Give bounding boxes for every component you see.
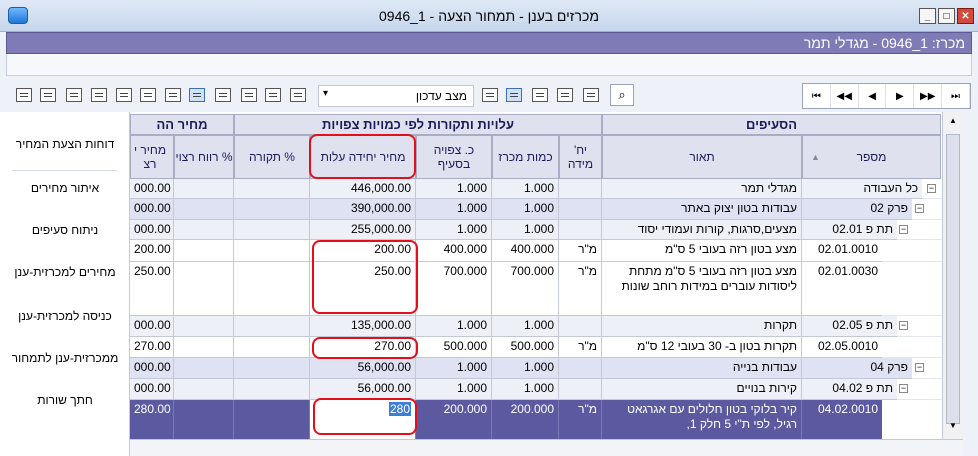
close-button[interactable]: ✕ [957,8,974,24]
next-icon[interactable]: ▶ [886,84,915,108]
tender-header: מכרז: 1_0946 - מגדלי תמר [6,32,972,54]
find-prices-button[interactable]: איתור מחירים [4,168,126,208]
col-number-label: מספר [856,150,887,164]
columns-icon[interactable] [265,88,281,102]
list-icon[interactable] [482,88,498,102]
first-icon[interactable]: ⏮ [803,84,831,108]
prev-icon[interactable]: ◀ [859,84,887,108]
collapse-icon[interactable]: − [915,204,924,213]
col-header-description[interactable]: תאור [602,135,802,179]
highlight-item-costs [312,240,418,314]
tree-collapse-icon[interactable] [165,88,181,102]
table-row[interactable]: 000.00 446,000.00 1.000 1.000 מגדלי תמר … [130,179,942,199]
table-row[interactable]: 000.00 255,000.00 1.000 1.000 מצעים,סרגו… [130,220,942,240]
tree-icon[interactable] [140,88,156,102]
col-header-profit[interactable]: % רווח רצוי [174,135,234,179]
row-cut-button[interactable]: חתך שורות [4,380,126,420]
scroll-down-icon[interactable]: ▼ [946,421,960,435]
horizontal-scrollbar[interactable] [130,439,963,456]
title-bar: מכרזים בענן - תמחור הצעה - 1_0946 _ □ ✕ [0,0,978,32]
search-button[interactable]: ⌕ [610,84,634,106]
collapse-icon[interactable]: − [915,363,924,372]
side-actions-panel: דוחות הצעת המחיר איתור מחירים ניתוח סעיפ… [0,112,130,456]
next-page-icon[interactable]: ▶▶ [914,84,943,108]
chevron-down-icon: ▾ [323,88,329,99]
empty-info-bar [6,54,972,76]
copy-icon[interactable] [215,88,231,102]
table-row[interactable]: 000.00 390,000.00 1.000 1.000 עבודות בטו… [130,199,942,220]
print-icon[interactable] [16,88,32,102]
table-row[interactable]: 000.00 56,000.00 1.000 1.000 קירות בנויי… [130,379,942,400]
sort-icon: ▲ [811,152,820,162]
enter-cloud-button[interactable]: כניסה למכרזית-ענן [4,296,126,336]
table-row[interactable]: 200.00 200.00 400.000 400.000 מ"ר מצע בט… [130,240,942,262]
col-header-number[interactable]: מספר ▲ [802,135,941,179]
indent-icon[interactable] [189,88,205,102]
cloud-to-pricing-button[interactable]: ממכרזית-ענן לתמחור [4,338,126,378]
last-icon[interactable]: ⏭ [942,84,970,108]
table-row-selected[interactable]: 280.00 280 200.000 200.000 מ"ר קיר בלוקי… [130,400,942,439]
group-header-costs: עלויות ותקורות לפי כמויות צפויות [234,114,602,135]
collapse-icon[interactable]: − [899,384,908,393]
col-header-overhead[interactable]: % תקורה [234,135,310,179]
col-header-qty-tender[interactable]: כמות מכרז [492,135,559,179]
col-header-qty-expected[interactable]: כ. צפויה בסעיף [416,135,492,179]
table-row[interactable]: 250.00 250.00 700.000 700.000 מ"ר מצע בט… [130,262,942,316]
record-navigation: ⏮ ◀◀ ◀ ▶ ▶▶ ⏭ [802,83,971,109]
collapse-icon[interactable]: − [927,184,936,193]
group-header-price: מחיר הה [130,114,234,135]
collapse-icon[interactable]: − [899,225,908,234]
pricing-grid: הסעיפים עלויות ותקורות לפי כמויות צפויות… [130,112,942,439]
maximize-button[interactable]: □ [938,8,955,24]
collapse-icon[interactable]: − [899,321,908,330]
magnifier-icon: ⌕ [618,87,626,102]
filter-icon[interactable] [506,88,522,102]
scroll-thumb[interactable] [946,134,960,424]
report-icon[interactable] [66,88,82,102]
preview-icon[interactable] [40,88,56,102]
highlight-unit-cost-header [309,134,416,179]
col-header-price[interactable]: מחיר י רצ [130,135,174,179]
window-title: מכרזים בענן - תמחור הצעה - 1_0946 [379,8,599,24]
prices-to-cloud-button[interactable]: מחירים למכרזית-ענן [4,252,126,292]
status-value: מצב עדכון [415,89,467,103]
excel-icon[interactable] [91,88,107,102]
refresh-icon[interactable] [583,88,599,102]
new-doc-icon[interactable] [241,88,257,102]
group-header-items: הסעיפים [602,114,941,135]
col-header-unit[interactable]: יח' מידה [559,135,602,179]
table-row[interactable]: 270.00 270.00 500.000 500.000 מ"ר תקרות … [130,337,942,358]
table-row[interactable]: 000.00 135,000.00 1.000 1.000 תקרות תת פ… [130,316,942,337]
prev-page-icon[interactable]: ◀◀ [831,84,859,108]
save-icon[interactable] [532,88,548,102]
tree-expand-icon[interactable] [116,88,132,102]
table-row[interactable]: 000.00 56,000.00 1.000 1.000 עבודות בניי… [130,358,942,379]
highlight-ceiling-cost [312,337,418,359]
undo-icon[interactable] [557,88,573,102]
vertical-scrollbar[interactable]: ▲ ▼ [942,112,963,439]
scroll-up-icon[interactable]: ▲ [946,116,960,130]
analyze-items-button[interactable]: ניתוח סעיפים [4,210,126,250]
table-icon[interactable] [290,88,306,102]
quote-reports-button[interactable]: דוחות הצעת המחיר [4,124,126,164]
minimize-button[interactable]: _ [919,8,936,24]
highlight-editing-cell [313,398,417,435]
status-select[interactable]: ▾ מצב עדכון [318,85,474,107]
